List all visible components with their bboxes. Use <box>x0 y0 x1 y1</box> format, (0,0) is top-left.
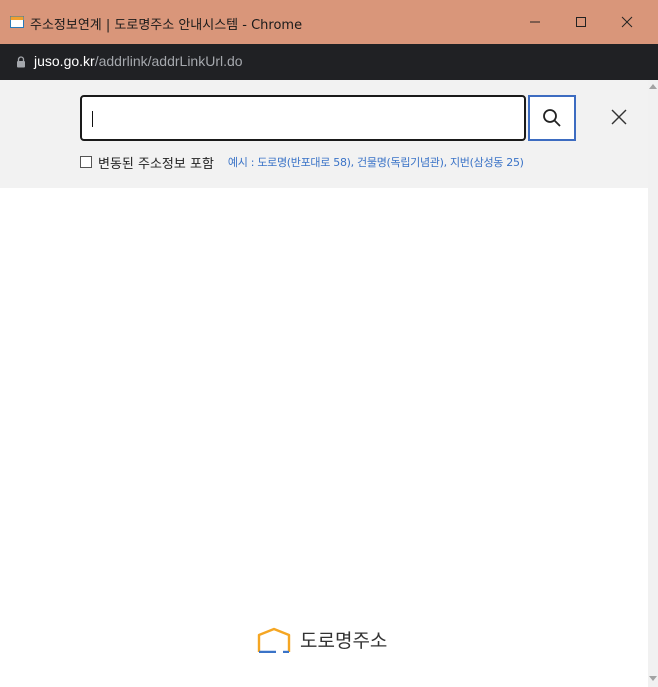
search-example-text: 예시 : 도로명(반포대로 58), 건물명(독립기념관), 지번(삼성동 25… <box>227 156 524 169</box>
app-favicon-icon <box>10 16 24 28</box>
address-search-input[interactable] <box>80 95 526 141</box>
search-panel: 변동된 주소정보 포함 예시 : 도로명(반포대로 58), 건물명(독립기념관… <box>0 80 648 188</box>
window-close-icon <box>621 16 633 28</box>
close-search-button[interactable] <box>604 102 634 132</box>
window-titlebar: 주소정보연계 | 도로명주소 안내시스템 - Chrome <box>0 0 658 44</box>
house-outline-icon <box>257 627 291 653</box>
url-path: /addrlink/addrLinkUrl.do <box>94 53 243 69</box>
footer-logo: 도로명주소 <box>256 626 387 653</box>
minimize-icon <box>530 21 540 23</box>
url-text[interactable]: juso.go.kr/addrlink/addrLinkUrl.do <box>34 53 243 69</box>
footer-logo-text: 도로명주소 <box>300 630 388 652</box>
lock-icon <box>17 56 25 68</box>
close-icon <box>611 109 627 125</box>
window-title: 주소정보연계 | 도로명주소 안내시스템 - Chrome <box>30 18 303 33</box>
url-host: juso.go.kr <box>34 53 95 69</box>
vertical-scrollbar[interactable] <box>648 80 658 687</box>
minimize-button[interactable] <box>512 0 558 44</box>
text-caret <box>92 111 93 127</box>
scroll-down-arrow-icon[interactable] <box>649 676 657 681</box>
search-icon <box>543 109 561 127</box>
maximize-icon <box>576 17 586 27</box>
scroll-up-arrow-icon[interactable] <box>649 84 657 89</box>
address-bar: juso.go.kr/addrlink/addrLinkUrl.do <box>0 44 658 80</box>
include-changed-row: 변동된 주소정보 포함 예시 : 도로명(반포대로 58), 건물명(독립기념관… <box>80 153 524 172</box>
search-button[interactable] <box>528 95 576 141</box>
include-changed-checkbox[interactable] <box>80 156 92 168</box>
maximize-button[interactable] <box>558 0 604 44</box>
window-close-button[interactable] <box>604 0 650 44</box>
include-changed-label[interactable]: 변동된 주소정보 포함 <box>98 153 214 172</box>
